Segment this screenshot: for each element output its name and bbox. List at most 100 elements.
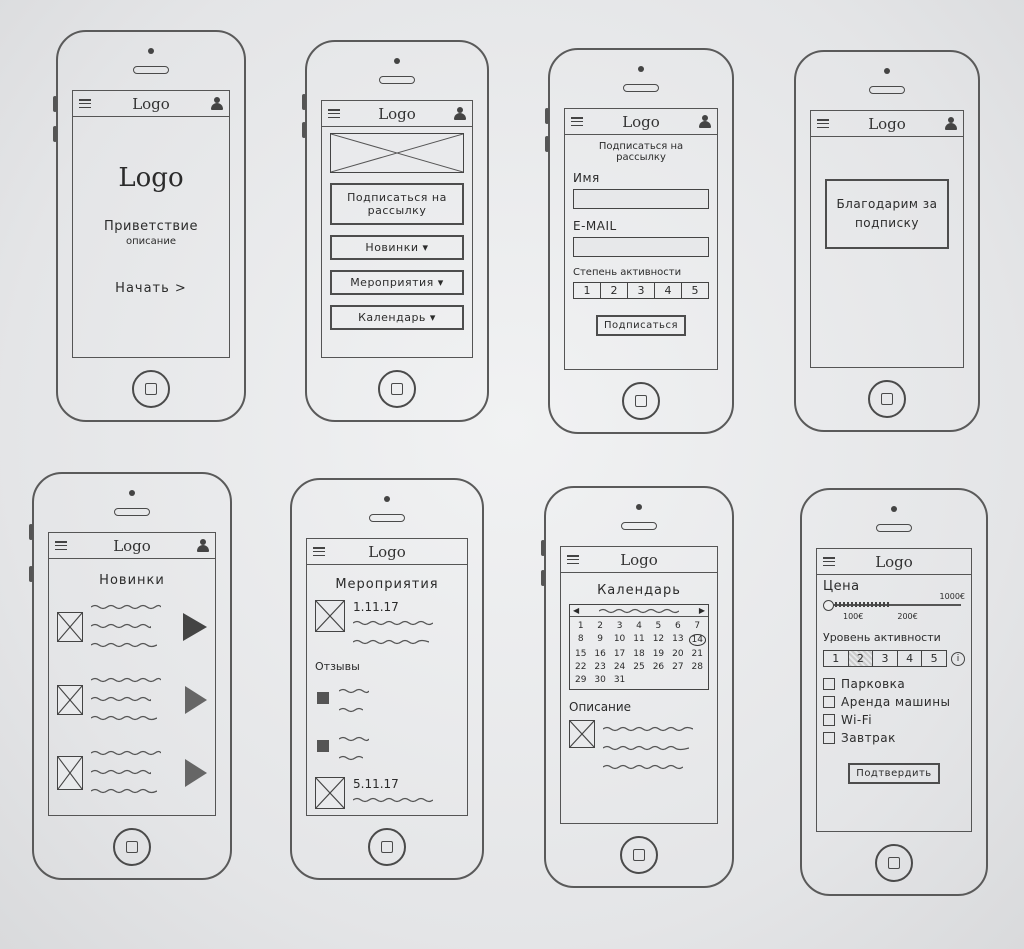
activity-level-option[interactable]: 1 xyxy=(824,651,849,666)
play-arrow-icon[interactable] xyxy=(185,685,207,714)
start-button[interactable]: Начать > xyxy=(81,281,221,296)
checkbox[interactable] xyxy=(823,714,835,726)
activity-option[interactable]: 5 xyxy=(682,283,708,298)
user-icon[interactable] xyxy=(454,107,466,120)
welcome-description: описание xyxy=(126,236,176,247)
price-slider-handle[interactable] xyxy=(823,600,834,611)
list-item[interactable] xyxy=(57,744,207,801)
calendar-day[interactable]: 12 xyxy=(650,634,667,646)
info-icon[interactable]: i xyxy=(951,651,965,666)
camera-dot xyxy=(384,496,390,502)
user-icon[interactable] xyxy=(699,115,711,128)
calendar-day[interactable]: 15 xyxy=(572,649,589,659)
calendar-day[interactable]: 19 xyxy=(650,649,667,659)
activity-level-option[interactable]: 3 xyxy=(873,651,898,666)
calendar-day[interactable]: 28 xyxy=(689,662,706,672)
menu-icon[interactable] xyxy=(823,557,835,566)
calendar-day[interactable]: 22 xyxy=(572,662,589,672)
price-slider[interactable]: 1000€ xyxy=(823,592,965,612)
menu-icon[interactable] xyxy=(817,119,829,128)
event-item[interactable]: 1.11.17 xyxy=(315,600,459,652)
calendar-day[interactable]: 31 xyxy=(611,675,628,685)
calendar-day[interactable]: 7 xyxy=(689,621,706,631)
side-button xyxy=(541,540,545,556)
calendar-day[interactable]: 26 xyxy=(650,662,667,672)
calendar-day[interactable]: 2 xyxy=(591,621,608,631)
speaker-slot xyxy=(623,84,659,92)
calendar-day[interactable]: 4 xyxy=(630,621,647,631)
checkbox[interactable] xyxy=(823,696,835,708)
calendar-day[interactable]: 18 xyxy=(630,649,647,659)
next-month-icon[interactable]: ▶ xyxy=(699,606,705,615)
camera-dot xyxy=(638,66,644,72)
list-item[interactable] xyxy=(57,671,207,728)
calendar-day[interactable]: 21 xyxy=(689,649,706,659)
screen-welcome: Logo Logo Приветствие описание Начать > xyxy=(72,90,230,358)
activity-level-option[interactable]: 5 xyxy=(922,651,946,666)
menu-icon[interactable] xyxy=(571,117,583,126)
calendar-day[interactable]: 1 xyxy=(572,621,589,631)
event-item[interactable]: 5.11.17 xyxy=(315,777,459,815)
user-icon[interactable] xyxy=(945,117,957,130)
welcome-greeting: Приветствие xyxy=(103,219,199,234)
menu-icon[interactable] xyxy=(79,99,91,108)
calendar-day[interactable]: 17 xyxy=(611,649,628,659)
option-label: Завтрак xyxy=(841,731,896,745)
calendar-day[interactable]: 11 xyxy=(630,634,647,646)
activity-level-option-selected[interactable]: 2 xyxy=(848,651,874,666)
user-icon[interactable] xyxy=(197,539,209,552)
play-arrow-icon[interactable] xyxy=(183,612,207,641)
menu-icon[interactable] xyxy=(313,547,325,556)
calendar-day-selected[interactable]: 14 xyxy=(688,634,706,646)
calendar-menu-button[interactable]: Календарь ▾ xyxy=(330,305,464,330)
activity-level-option[interactable]: 4 xyxy=(898,651,923,666)
speaker-slot xyxy=(621,522,657,530)
list-item[interactable] xyxy=(57,598,207,655)
checkbox[interactable] xyxy=(823,732,835,744)
calendar-day[interactable]: 6 xyxy=(669,621,686,631)
price-min-value: 100€ xyxy=(843,612,864,621)
activity-option[interactable]: 1 xyxy=(574,283,601,298)
home-button xyxy=(620,836,658,874)
calendar-day[interactable]: 16 xyxy=(591,649,608,659)
text-squiggle xyxy=(90,696,152,702)
subscribe-menu-button[interactable]: Подписаться на рассылку xyxy=(330,183,464,225)
activity-option[interactable]: 2 xyxy=(601,283,628,298)
news-menu-button[interactable]: Новинки ▾ xyxy=(330,235,464,260)
calendar-day[interactable]: 9 xyxy=(591,634,608,646)
user-icon[interactable] xyxy=(211,97,223,110)
menu-icon[interactable] xyxy=(55,541,67,550)
option-wifi[interactable]: Wi-Fi xyxy=(823,713,965,727)
menu-icon[interactable] xyxy=(567,555,579,564)
option-parking[interactable]: Парковка xyxy=(823,677,965,691)
menu-icon[interactable] xyxy=(328,109,340,118)
confirm-button[interactable]: Подтвердить xyxy=(848,763,940,784)
calendar-day[interactable]: 10 xyxy=(611,634,628,646)
activity-level-scale: 1 2 3 4 5 xyxy=(823,650,947,667)
calendar-day[interactable]: 30 xyxy=(591,675,608,685)
screen-calendar: Logo Календарь ◀ ▶ 1 2 3 4 5 6 7 8 9 10 … xyxy=(560,546,718,824)
name-input[interactable] xyxy=(573,189,709,209)
calendar-day[interactable]: 29 xyxy=(572,675,589,685)
prev-month-icon[interactable]: ◀ xyxy=(573,606,579,615)
calendar-day[interactable]: 20 xyxy=(669,649,686,659)
play-arrow-icon[interactable] xyxy=(185,758,207,787)
calendar-day[interactable]: 13 xyxy=(669,634,686,646)
activity-option[interactable]: 4 xyxy=(655,283,682,298)
activity-scale: 1 2 3 4 5 xyxy=(573,282,709,299)
events-menu-button[interactable]: Мероприятия ▾ xyxy=(330,270,464,295)
phone-news: Logo Новинки xyxy=(29,472,232,880)
option-car-rental[interactable]: Аренда машины xyxy=(823,695,965,709)
calendar-day[interactable]: 23 xyxy=(591,662,608,672)
activity-option[interactable]: 3 xyxy=(628,283,655,298)
calendar-day[interactable]: 8 xyxy=(572,634,589,646)
calendar-day[interactable]: 27 xyxy=(669,662,686,672)
subscribe-submit-button[interactable]: Подписаться xyxy=(596,315,686,336)
email-input[interactable] xyxy=(573,237,709,257)
option-breakfast[interactable]: Завтрак xyxy=(823,731,965,745)
calendar-day[interactable]: 25 xyxy=(630,662,647,672)
calendar-day[interactable]: 5 xyxy=(650,621,667,631)
calendar-day[interactable]: 24 xyxy=(611,662,628,672)
calendar-day[interactable]: 3 xyxy=(611,621,628,631)
checkbox[interactable] xyxy=(823,678,835,690)
